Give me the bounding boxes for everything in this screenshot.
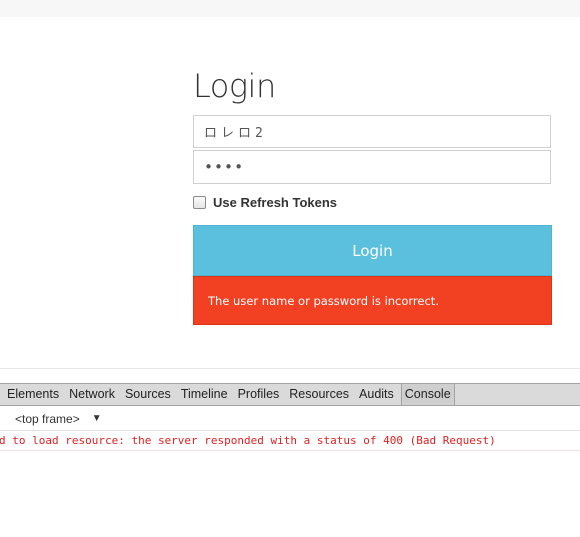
tab-network[interactable]: Network <box>64 384 120 405</box>
refresh-tokens-option[interactable]: Use Refresh Tokens <box>193 195 337 210</box>
refresh-tokens-label: Use Refresh Tokens <box>213 195 338 210</box>
console-error-text: d to load resource: the server responded… <box>0 434 496 447</box>
browser-top-strip <box>0 0 580 17</box>
devtools-tab-bar: Elements Network Sources Timeline Profil… <box>0 383 580 406</box>
page-title: Login <box>193 67 276 105</box>
username-field[interactable] <box>193 115 551 148</box>
console-toolbar: <top frame> ▼ <box>0 407 580 431</box>
refresh-tokens-checkbox[interactable] <box>193 196 206 209</box>
password-field[interactable] <box>193 150 551 184</box>
tab-elements[interactable]: Elements <box>0 384 64 405</box>
console-error-line: d to load resource: the server responded… <box>0 431 580 451</box>
tab-sources[interactable]: Sources <box>120 384 176 405</box>
login-button[interactable]: Login <box>193 225 552 276</box>
error-message: The user name or password is incorrect. <box>208 293 439 308</box>
devtools-panel: Elements Network Sources Timeline Profil… <box>0 368 580 537</box>
frame-selector[interactable]: <top frame> <box>15 412 80 426</box>
tab-timeline[interactable]: Timeline <box>176 384 233 405</box>
tab-profiles[interactable]: Profiles <box>233 384 285 405</box>
tab-resources[interactable]: Resources <box>284 384 354 405</box>
devtools-divider <box>0 368 580 384</box>
chevron-down-icon[interactable]: ▼ <box>92 413 102 424</box>
tab-console[interactable]: Console <box>400 384 455 405</box>
error-alert: The user name or password is incorrect. <box>193 276 552 325</box>
tab-audits[interactable]: Audits <box>354 384 399 405</box>
